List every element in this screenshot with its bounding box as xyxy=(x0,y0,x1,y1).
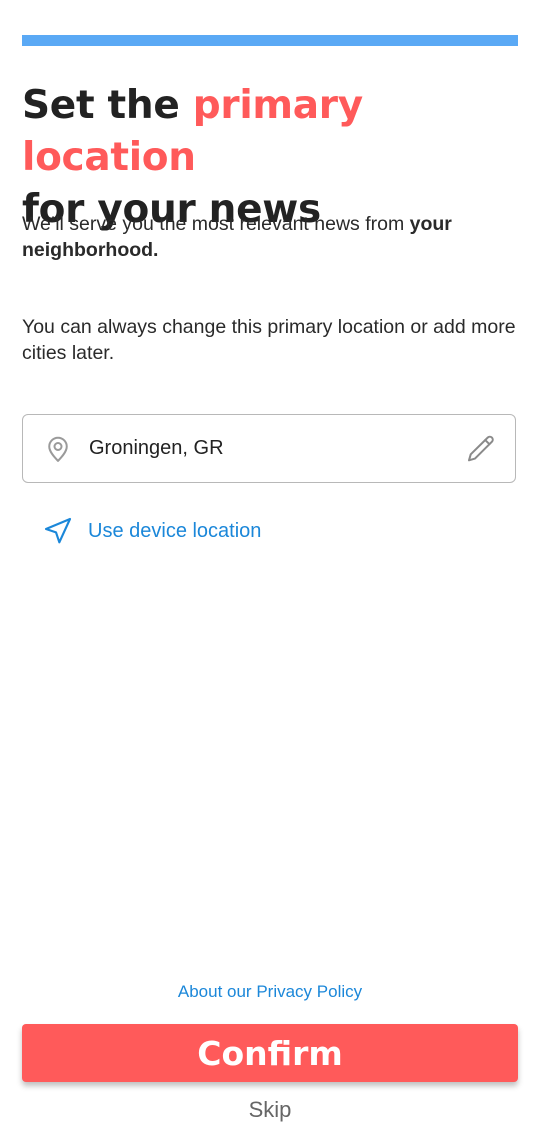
location-field[interactable]: Groningen, GR xyxy=(22,414,516,483)
title-prefix: Set the xyxy=(22,83,193,128)
intro-text: We’ll serve you the most relevant news f… xyxy=(22,213,410,235)
navigation-arrow-icon xyxy=(44,517,72,544)
progress-bar xyxy=(22,35,518,46)
pencil-icon[interactable] xyxy=(465,433,497,465)
skip-button[interactable]: Skip xyxy=(0,1097,540,1123)
confirm-button[interactable]: Confirm xyxy=(22,1024,518,1082)
use-device-location-button[interactable]: Use device location xyxy=(42,514,261,548)
privacy-policy-link[interactable]: About our Privacy Policy xyxy=(0,982,540,1002)
location-value: Groningen, GR xyxy=(89,437,224,459)
change-location-note: You can always change this primary locat… xyxy=(22,316,516,364)
map-pin-icon xyxy=(48,436,68,462)
use-device-location-label: Use device location xyxy=(88,519,262,542)
intro-paragraph: We’ll serve you the most relevant news f… xyxy=(22,211,518,263)
